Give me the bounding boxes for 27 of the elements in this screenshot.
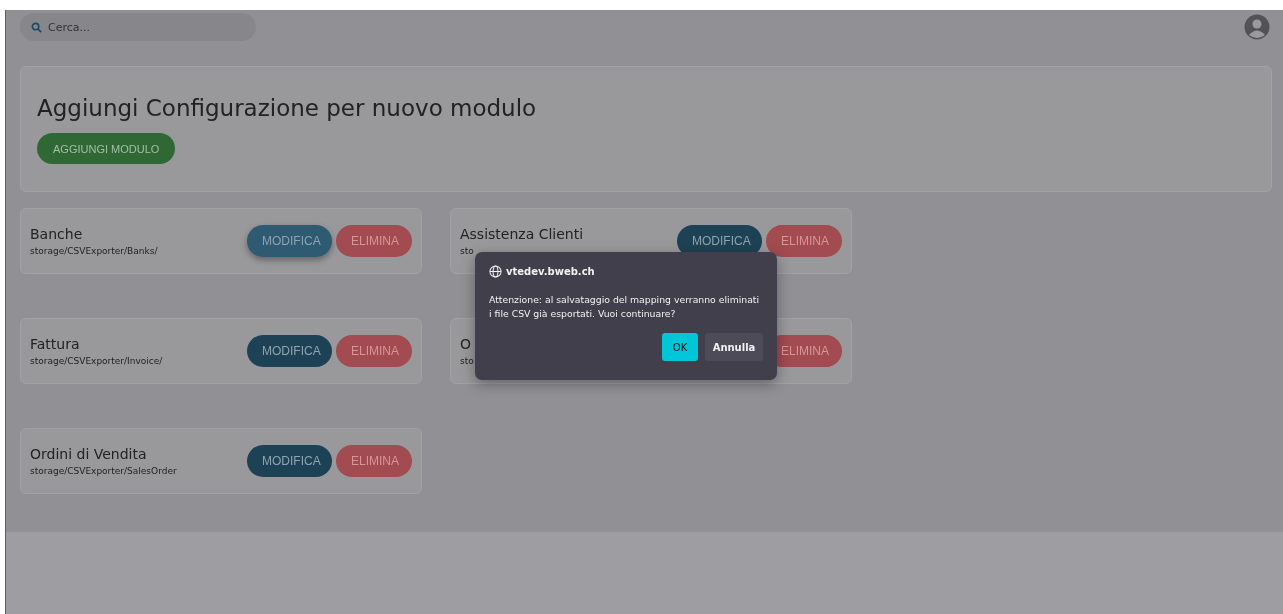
delete-button[interactable]: ELIMINA	[336, 445, 412, 477]
avatar-icon[interactable]	[1244, 14, 1270, 40]
module-path: sto	[460, 356, 474, 366]
dialog-message: Attenzione: al salvataggio del mapping verranno eliminati i file CSV già esportati. Vuoi continuare?	[489, 293, 761, 321]
edit-button[interactable]: MODIFICA	[247, 335, 332, 367]
globe-icon	[489, 265, 502, 278]
module-title: Assistenza Clienti	[460, 226, 584, 242]
module-title: Banche	[30, 226, 84, 242]
delete-button[interactable]: ELIMINA	[336, 335, 412, 367]
ok-button[interactable]: OK	[662, 333, 698, 361]
module-path: sto	[460, 246, 475, 256]
page-title: Aggiungi Configurazione per nuovo modulo	[37, 95, 538, 121]
search-icon	[31, 22, 42, 33]
module-title: Ordini di Vendita	[30, 446, 148, 462]
add-module-button[interactable]: AGGIUNGI MODULO	[37, 133, 176, 164]
module-path: storage/CSVExporter/Banks/	[30, 246, 158, 256]
delete-button[interactable]: ELIMINA	[766, 225, 842, 257]
module-path: storage/CSVExporter/SalesOrder	[30, 466, 177, 476]
search-field[interactable]: Cerca...	[20, 13, 256, 41]
module-path: storage/CSVExporter/Invoice/	[30, 356, 163, 366]
module-title: Fattura	[30, 336, 81, 352]
edit-button[interactable]: MODIFICA	[247, 445, 332, 477]
dialog-origin: vtedev.bweb.ch	[506, 266, 595, 277]
cancel-button[interactable]: Annulla	[705, 333, 763, 361]
delete-button[interactable]: ELIMINA	[336, 225, 412, 257]
module-title: O	[460, 336, 473, 352]
edit-button[interactable]: MODIFICA	[247, 225, 332, 257]
